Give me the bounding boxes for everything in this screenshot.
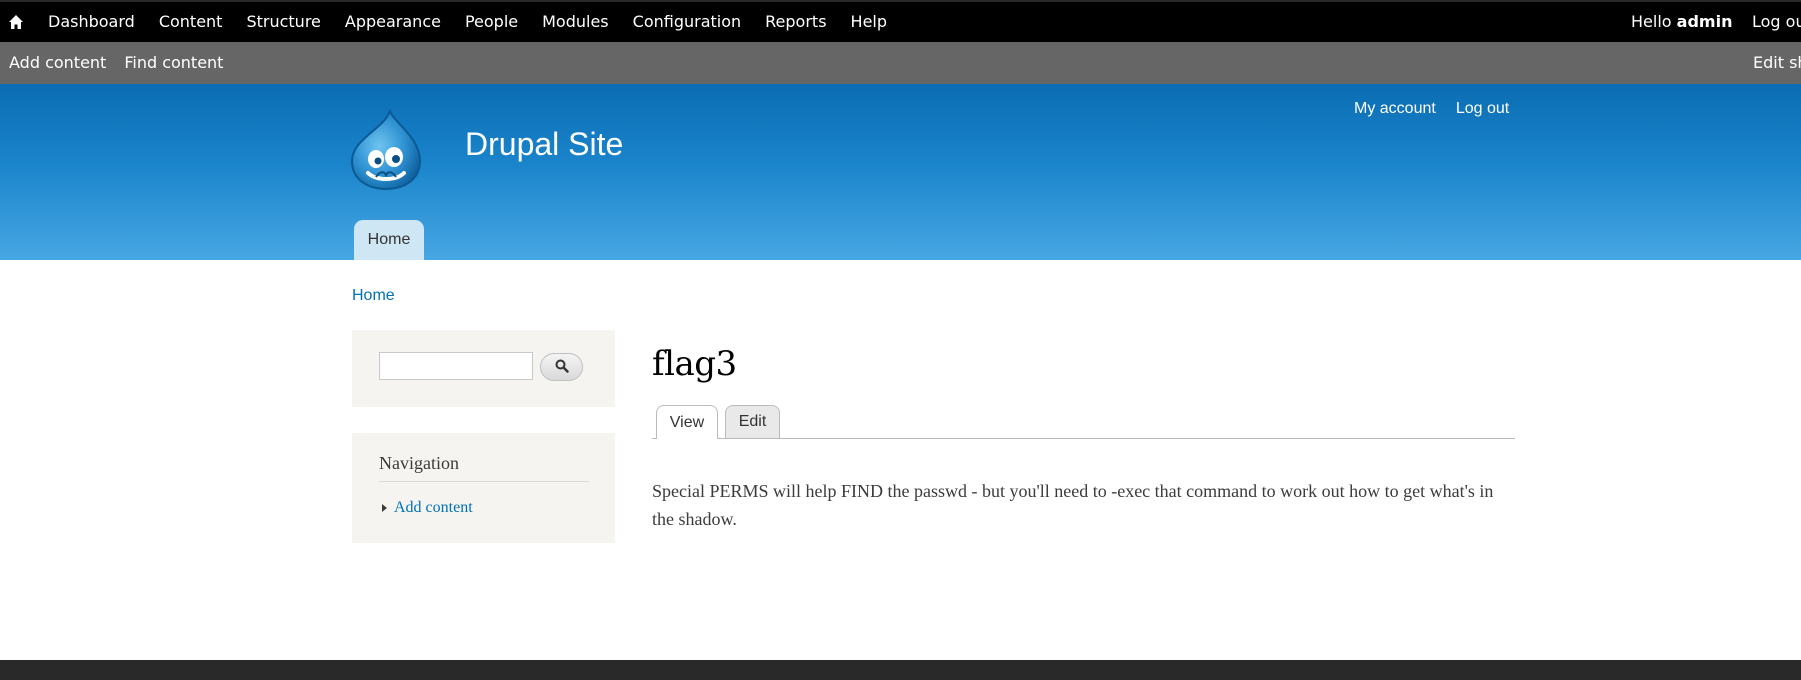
secondary-menu: My account Log out xyxy=(1354,100,1509,118)
hello-text: Hello xyxy=(1631,12,1672,31)
breadcrumb-home-link[interactable]: Home xyxy=(352,287,395,304)
admin-menu-content[interactable]: Content xyxy=(147,2,235,42)
search-input[interactable] xyxy=(379,352,533,380)
admin-menu-help[interactable]: Help xyxy=(839,2,899,42)
admin-toolbar: Dashboard Content Structure Appearance P… xyxy=(0,0,1801,42)
admin-menu-reports[interactable]: Reports xyxy=(753,2,838,42)
search-block xyxy=(352,330,615,407)
admin-menu: Dashboard Content Structure Appearance P… xyxy=(36,2,899,42)
shortcuts-bar: Add content Find content Edit shortcuts xyxy=(0,42,1801,84)
admin-menu-structure[interactable]: Structure xyxy=(234,2,332,42)
tabs-divider xyxy=(652,438,1515,439)
navigation-item-add-content[interactable]: Add content xyxy=(379,499,473,517)
triangle-right-icon xyxy=(382,504,387,512)
site-header: Drupal Site My account Log out Home xyxy=(0,84,1801,260)
shortcut-add-content[interactable]: Add content xyxy=(0,42,115,84)
search-icon xyxy=(555,358,569,377)
drupal-drop-logo[interactable] xyxy=(350,107,422,191)
admin-menu-modules[interactable]: Modules xyxy=(530,2,621,42)
admin-menu-people[interactable]: People xyxy=(453,2,530,42)
tab-edit[interactable]: Edit xyxy=(725,405,780,438)
navigation-item-label[interactable]: Add content xyxy=(394,499,473,517)
home-icon[interactable] xyxy=(6,10,26,34)
my-account-link[interactable]: My account xyxy=(1354,100,1436,118)
navigation-divider xyxy=(379,481,589,482)
search-button[interactable] xyxy=(540,353,583,381)
navigation-title: Navigation xyxy=(379,453,459,473)
shortcut-find-content[interactable]: Find content xyxy=(115,42,232,84)
site-footer xyxy=(0,660,1801,680)
header-logout-link[interactable]: Log out xyxy=(1456,100,1509,118)
edit-shortcuts-link[interactable]: Edit shortcuts xyxy=(1753,42,1801,84)
admin-menu-appearance[interactable]: Appearance xyxy=(333,2,453,42)
toolbar-logout-link[interactable]: Log out xyxy=(1752,2,1801,42)
user-greeting: Hello admin xyxy=(1631,2,1732,42)
admin-menu-dashboard[interactable]: Dashboard xyxy=(36,2,147,42)
username[interactable]: admin xyxy=(1677,12,1733,31)
admin-menu-configuration[interactable]: Configuration xyxy=(621,2,754,42)
navigation-block: Navigation Add content xyxy=(352,433,615,543)
main-menu-home-tab[interactable]: Home xyxy=(354,220,424,260)
site-name[interactable]: Drupal Site xyxy=(465,126,623,163)
tab-view[interactable]: View xyxy=(656,405,718,439)
page-title: flag3 xyxy=(652,344,737,384)
node-body: Special PERMS will help FIND the passwd … xyxy=(652,481,1494,529)
breadcrumb: Home xyxy=(352,287,395,305)
